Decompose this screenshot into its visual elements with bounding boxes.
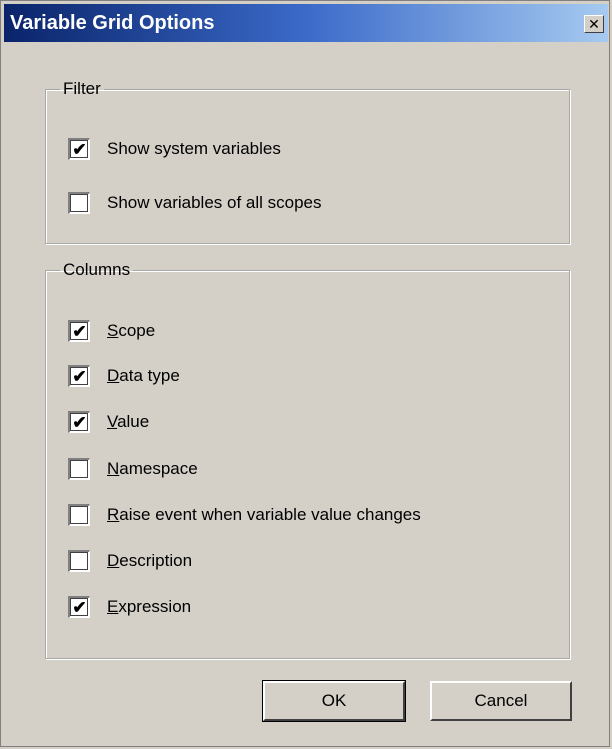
column-namespace-checkbox[interactable]: ✔ xyxy=(68,458,90,480)
columns-group: Columns ✔ Scope ✔ Data type ✔ Value ✔ Na… xyxy=(45,260,570,659)
show-all-scopes-label[interactable]: Show variables of all scopes xyxy=(107,193,322,213)
column-expression-option[interactable]: ✔ Expression xyxy=(68,595,191,619)
column-data-type-option[interactable]: ✔ Data type xyxy=(68,364,180,388)
show-all-scopes-option[interactable]: ✔ Show variables of all scopes xyxy=(68,191,322,215)
dialog-title: Variable Grid Options xyxy=(10,11,215,34)
show-all-scopes-checkbox[interactable]: ✔ xyxy=(68,192,90,214)
check-icon: ✔ xyxy=(72,507,86,524)
filter-group: Filter ✔ Show system variables ✔ Show va… xyxy=(45,79,570,244)
check-icon: ✔ xyxy=(72,367,87,386)
variable-grid-options-dialog: Variable Grid Options ✕ Filter ✔ Show sy… xyxy=(0,0,610,747)
column-raise-event-label[interactable]: Raise event when variable value changes xyxy=(107,505,421,525)
column-data-type-label[interactable]: Data type xyxy=(107,366,180,386)
check-icon: ✔ xyxy=(72,413,87,432)
check-icon: ✔ xyxy=(72,598,87,617)
column-description-checkbox[interactable]: ✔ xyxy=(68,550,90,572)
ok-button[interactable]: OK xyxy=(262,680,406,722)
column-value-label[interactable]: Value xyxy=(107,412,149,432)
column-description-option[interactable]: ✔ Description xyxy=(68,549,192,573)
filter-legend: Filter xyxy=(63,79,101,98)
check-icon: ✔ xyxy=(72,140,87,159)
column-raise-event-option[interactable]: ✔ Raise event when variable value change… xyxy=(68,503,421,527)
check-icon: ✔ xyxy=(72,461,86,478)
column-data-type-checkbox[interactable]: ✔ xyxy=(68,365,90,387)
column-namespace-option[interactable]: ✔ Namespace xyxy=(68,457,198,481)
column-namespace-label[interactable]: Namespace xyxy=(107,459,198,479)
column-expression-label[interactable]: Expression xyxy=(107,597,191,617)
columns-legend: Columns xyxy=(63,260,131,279)
check-icon: ✔ xyxy=(72,322,87,341)
check-icon: ✔ xyxy=(72,195,86,212)
column-scope-checkbox[interactable]: ✔ xyxy=(68,320,90,342)
column-scope-label[interactable]: Scope xyxy=(107,321,155,341)
close-icon: ✕ xyxy=(588,16,600,32)
show-system-variables-option[interactable]: ✔ Show system variables xyxy=(68,137,281,161)
column-value-checkbox[interactable]: ✔ xyxy=(68,411,90,433)
column-raise-event-checkbox[interactable]: ✔ xyxy=(68,504,90,526)
column-expression-checkbox[interactable]: ✔ xyxy=(68,596,90,618)
column-scope-option[interactable]: ✔ Scope xyxy=(68,319,155,343)
title-bar[interactable]: Variable Grid Options ✕ xyxy=(4,4,608,42)
check-icon: ✔ xyxy=(72,553,86,570)
cancel-button[interactable]: Cancel xyxy=(430,681,572,721)
show-system-variables-label[interactable]: Show system variables xyxy=(107,139,281,159)
column-value-option[interactable]: ✔ Value xyxy=(68,410,149,434)
close-button[interactable]: ✕ xyxy=(584,15,604,33)
column-description-label[interactable]: Description xyxy=(107,551,192,571)
show-system-variables-checkbox[interactable]: ✔ xyxy=(68,138,90,160)
